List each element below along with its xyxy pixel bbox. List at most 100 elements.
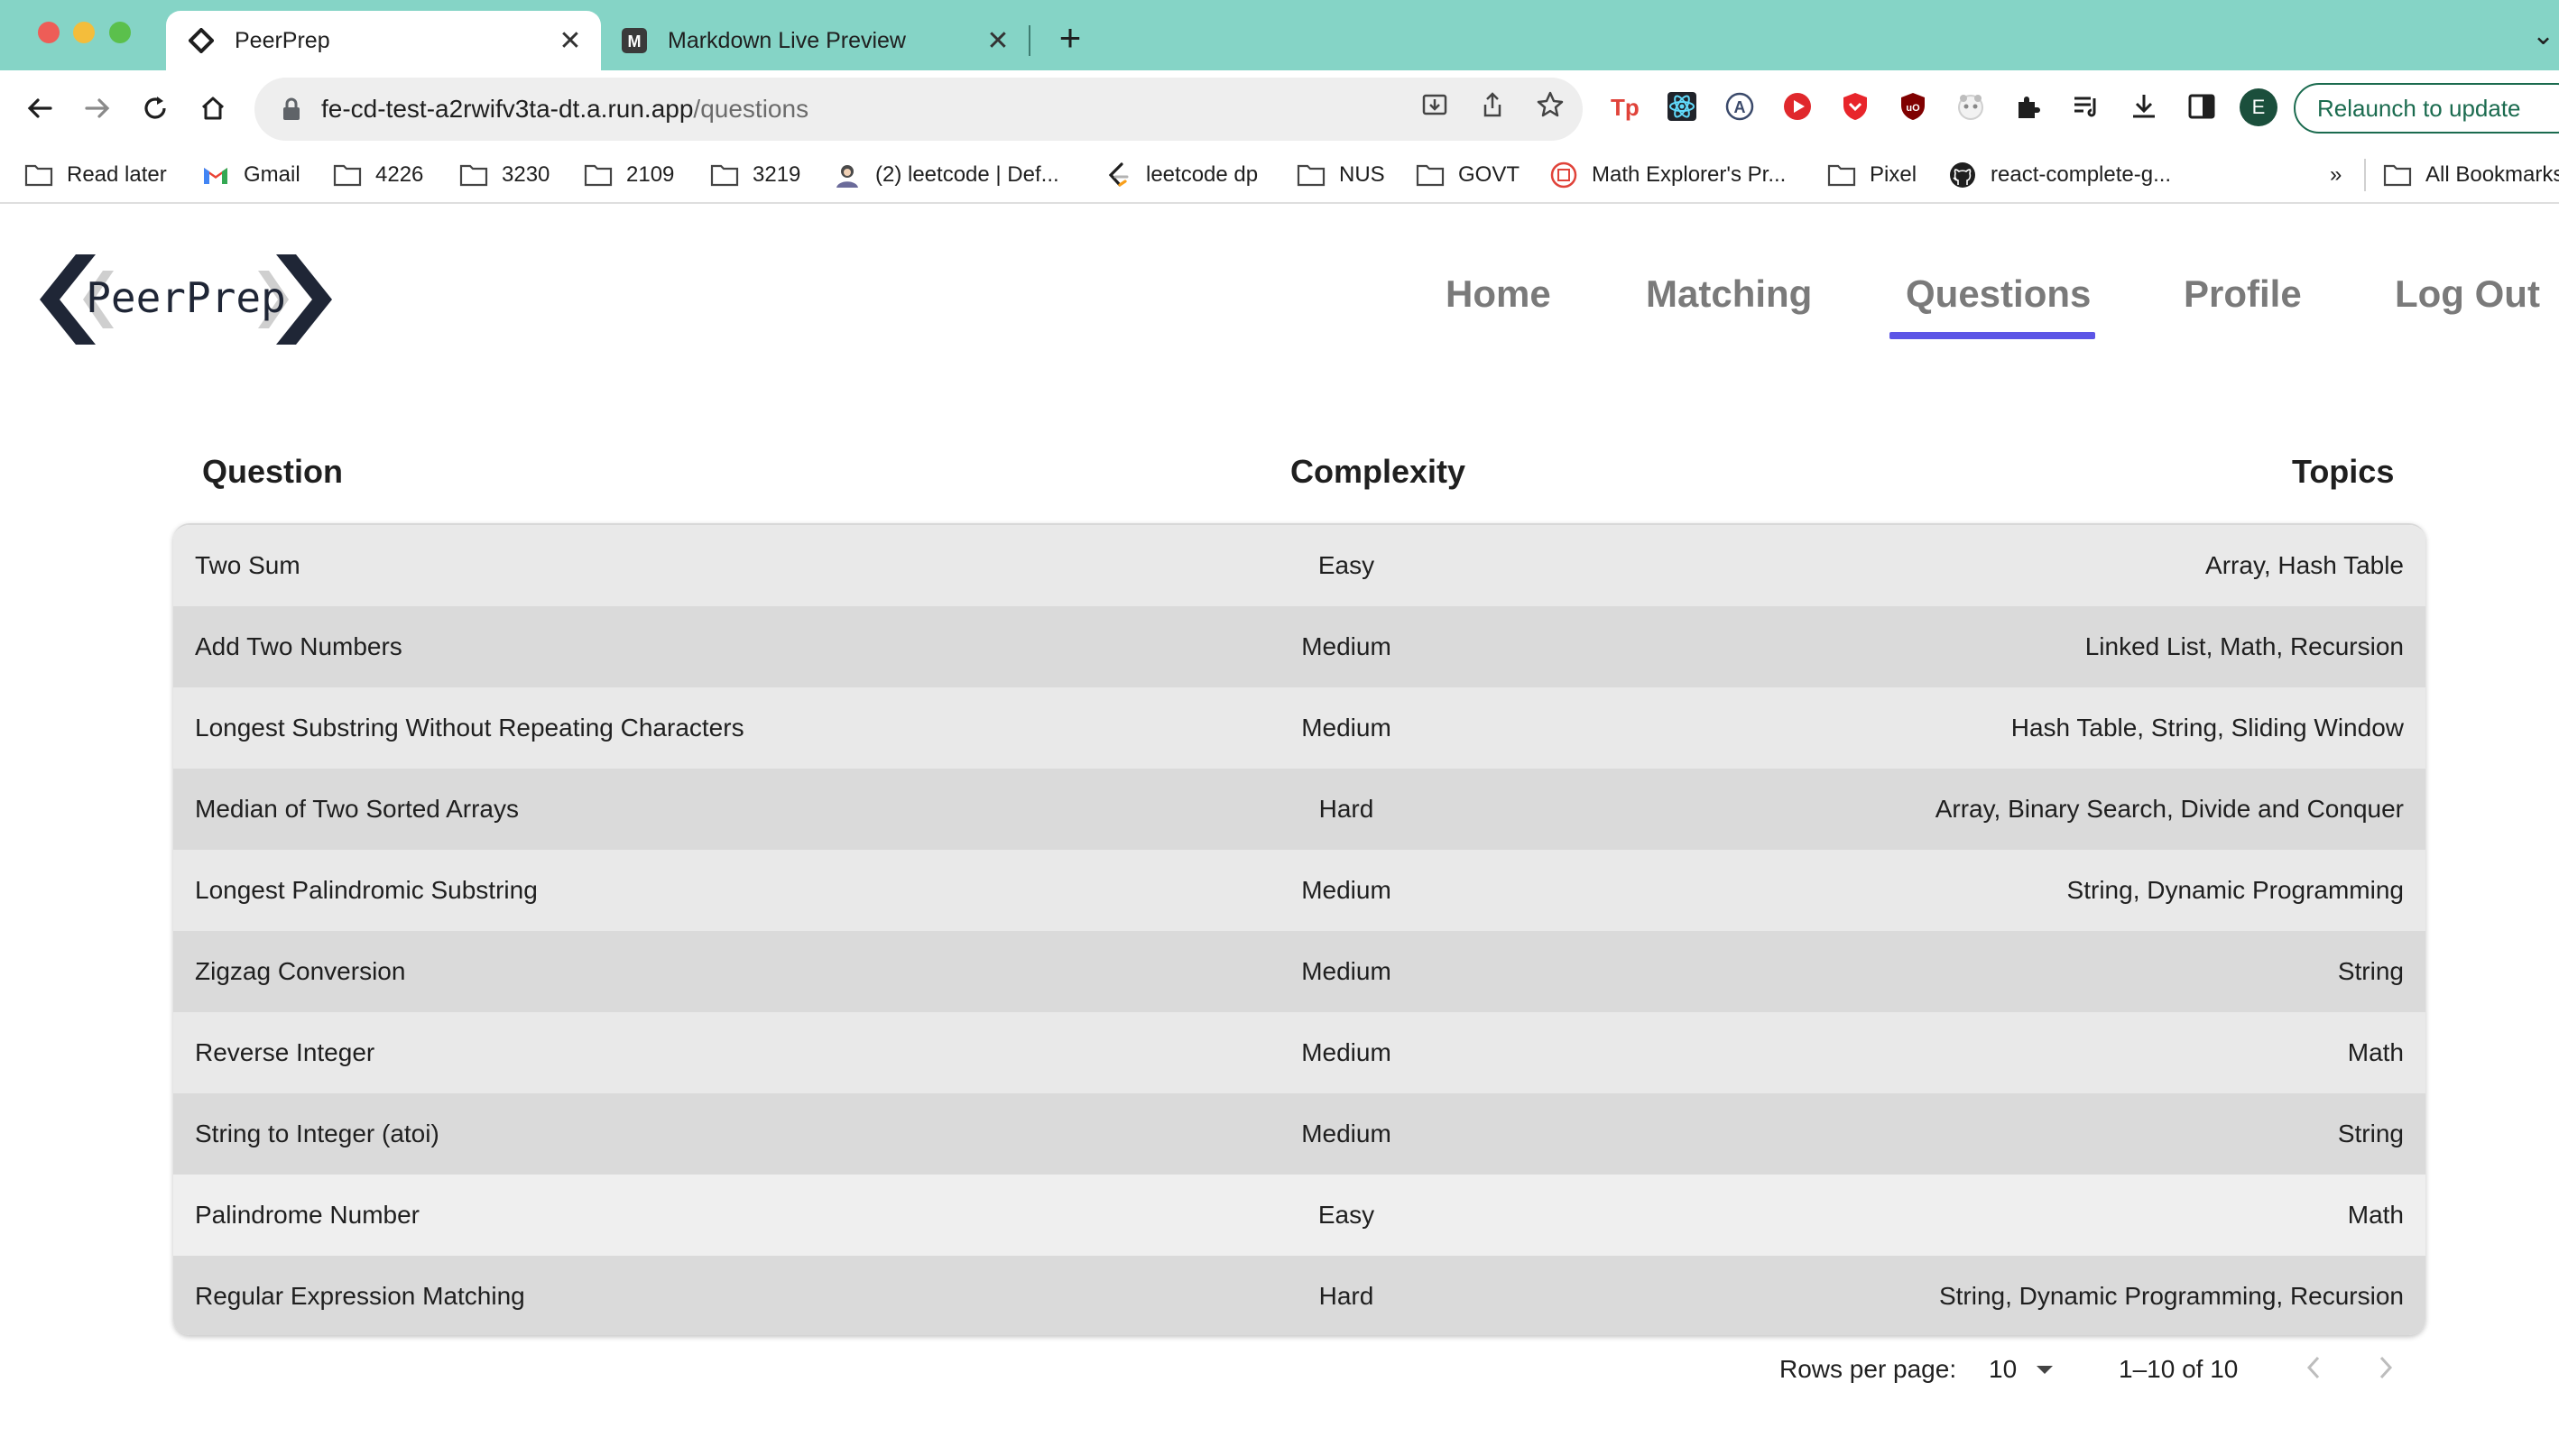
window-minimize-button[interactable] [73, 22, 95, 43]
table-row[interactable]: Add Two Numbers Medium Linked List, Math… [173, 606, 2425, 687]
question-complexity: Hard [1318, 1282, 1374, 1310]
bookmark-read-later[interactable]: Read later [23, 159, 167, 191]
table-row[interactable]: Median of Two Sorted Arrays Hard Array, … [173, 769, 2425, 850]
bookmark-folder-4226[interactable]: 4226 [332, 159, 423, 191]
home-button[interactable] [191, 87, 235, 130]
tp-extension-icon[interactable]: Tp [1608, 90, 1640, 123]
table-row[interactable]: Palindrome Number Easy Math [173, 1175, 2425, 1256]
table-row[interactable]: Longest Palindromic Substring Medium Str… [173, 850, 2425, 931]
bookmark-folder-govt[interactable]: GOVT [1415, 159, 1520, 191]
shield-extension-icon[interactable] [1839, 90, 1871, 123]
bookmark-label: Pixel [1870, 162, 1917, 187]
previous-page-button[interactable] [2294, 1348, 2333, 1387]
downloads-icon[interactable] [2128, 90, 2160, 123]
nav-questions[interactable]: Questions [1906, 272, 2091, 316]
bookmarks-bar: Read later Gmail 4226 3230 2109 3219 (2)… [0, 146, 2559, 204]
bookmark-react-complete-guide[interactable]: react-complete-g... [1947, 159, 2171, 191]
question-complexity: Hard [1318, 795, 1374, 823]
tab-close-icon[interactable]: ✕ [980, 23, 1016, 59]
nav-matching[interactable]: Matching [1646, 272, 1812, 316]
peerprep-logo[interactable]: PeerPrep [40, 253, 332, 346]
nav-profile[interactable]: Profile [2184, 272, 2302, 316]
react-devtools-icon[interactable] [1666, 90, 1698, 123]
bookmarks-overflow-button[interactable]: » [2330, 159, 2342, 191]
nav-logout[interactable]: Log Out [2395, 272, 2540, 316]
play-extension-icon[interactable] [1781, 90, 1814, 123]
tab-peerprep[interactable]: PeerPrep ✕ [166, 11, 601, 70]
folder-icon [332, 161, 363, 189]
folder-icon [2382, 161, 2413, 189]
column-header-question[interactable]: Question [202, 453, 343, 491]
nav-home[interactable]: Home [1446, 272, 1551, 316]
bookmark-label: All Bookmarks [2425, 162, 2559, 187]
bookmark-gmail[interactable]: Gmail [200, 159, 300, 191]
rows-per-page-label: Rows per page: [1779, 1355, 1957, 1383]
share-icon[interactable] [1476, 88, 1509, 121]
relaunch-to-update-button[interactable]: Relaunch to update [2294, 83, 2559, 134]
svg-text:Tp: Tp [1611, 94, 1640, 121]
folder-icon [23, 161, 54, 189]
tab-close-icon[interactable]: ✕ [552, 23, 588, 59]
table-row[interactable]: Zigzag Conversion Medium String [173, 931, 2425, 1012]
table-row[interactable]: String to Integer (atoi) Medium String [173, 1093, 2425, 1175]
forward-button[interactable] [76, 87, 119, 130]
panda-extension-icon[interactable] [1954, 90, 1987, 123]
table-row[interactable]: Regular Expression Matching Hard String,… [173, 1256, 2425, 1335]
a-extension-icon[interactable]: A [1723, 90, 1756, 123]
question-complexity: Medium [1301, 632, 1391, 660]
bookmark-star-icon[interactable] [1534, 88, 1566, 121]
svg-text:uO: uO [1906, 103, 1920, 114]
question-title: String to Integer (atoi) [195, 1120, 439, 1147]
bookmark-folder-nus[interactable]: NUS [1296, 159, 1385, 191]
reload-button[interactable] [134, 87, 177, 130]
folder-icon [1826, 161, 1857, 189]
bookmark-folder-2109[interactable]: 2109 [583, 159, 674, 191]
question-title: Median of Two Sorted Arrays [195, 795, 519, 823]
bookmark-folder-pixel[interactable]: Pixel [1826, 159, 1917, 191]
extensions-puzzle-icon[interactable] [2012, 90, 2045, 123]
window-zoom-button[interactable] [109, 22, 131, 43]
chevron-right-icon [2379, 1356, 2393, 1379]
svg-text:M: M [628, 32, 642, 51]
chevron-left-icon [2306, 1356, 2320, 1379]
table-row[interactable]: Two Sum Easy Array, Hash Table [173, 525, 2425, 606]
bookmark-folder-3230[interactable]: 3230 [458, 159, 550, 191]
browser-tab-strip: PeerPrep ✕ M Markdown Live Preview ✕ + ⌄ [0, 0, 2559, 70]
bookmark-leetcode-def[interactable]: (2) leetcode | Def... [832, 159, 1059, 191]
question-title: Longest Palindromic Substring [195, 876, 538, 904]
tab-markdown-live-preview[interactable]: M Markdown Live Preview ✕ [605, 11, 1029, 70]
tab-search-chevron-icon[interactable]: ⌄ [2532, 20, 2554, 51]
question-topics: String, Dynamic Programming [2066, 876, 2404, 904]
all-bookmarks-folder[interactable]: All Bookmarks [2382, 159, 2559, 191]
reading-list-icon[interactable] [2070, 90, 2102, 123]
bookmark-math-explorer[interactable]: Math Explorer's Pr... [1548, 159, 1786, 191]
bookmark-label: Read later [67, 162, 167, 187]
url-path: /questions [693, 95, 809, 123]
question-topics: Array, Hash Table [2205, 551, 2404, 579]
table-row[interactable]: Reverse Integer Medium Math [173, 1012, 2425, 1093]
tab-title: Markdown Live Preview [668, 27, 906, 53]
ublock-origin-icon[interactable]: uO [1897, 90, 1929, 123]
address-bar[interactable]: fe-cd-test-a2rwifv3ta-dt.a.run.app/quest… [254, 78, 1583, 141]
install-app-icon[interactable] [1418, 88, 1451, 121]
folder-icon [458, 161, 489, 189]
question-complexity: Medium [1301, 876, 1391, 904]
window-close-button[interactable] [38, 22, 60, 43]
bookmark-leetcode-dp[interactable]: leetcode dp [1103, 159, 1258, 191]
rows-per-page-select[interactable]: 10 [1989, 1355, 2055, 1384]
question-topics: Array, Binary Search, Divide and Conquer [1935, 795, 2404, 823]
side-panel-icon[interactable] [2185, 90, 2218, 123]
table-row[interactable]: Longest Substring Without Repeating Char… [173, 687, 2425, 769]
question-complexity: Medium [1301, 1120, 1391, 1147]
column-header-topics[interactable]: Topics [2292, 453, 2394, 491]
bookmark-folder-3219[interactable]: 3219 [709, 159, 800, 191]
question-topics: Math [2347, 1201, 2404, 1229]
profile-avatar[interactable]: E [2240, 88, 2277, 126]
back-arrow-icon [27, 98, 52, 118]
question-title: Reverse Integer [195, 1038, 375, 1066]
back-button[interactable] [18, 87, 61, 130]
next-page-button[interactable] [2366, 1348, 2406, 1387]
column-header-complexity[interactable]: Complexity [1290, 453, 1465, 491]
new-tab-button[interactable]: + [1052, 19, 1088, 57]
folder-icon [583, 161, 614, 189]
